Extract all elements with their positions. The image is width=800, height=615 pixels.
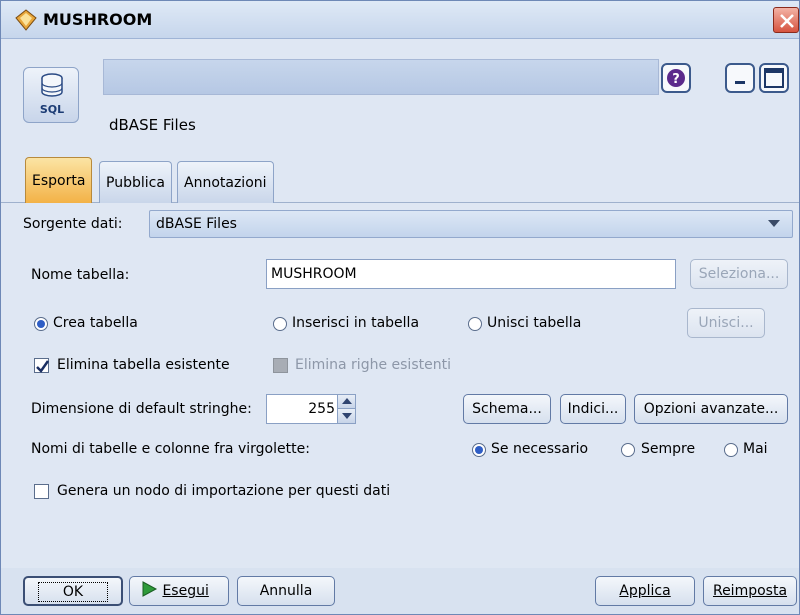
minimize-icon (735, 81, 745, 84)
tab-esporta[interactable]: Esporta (25, 157, 93, 203)
table-name-label: Nome tabella: (31, 267, 130, 283)
string-size-spinner[interactable]: 255 (266, 394, 356, 424)
title-bar[interactable]: MUSHROOM (1, 1, 799, 39)
string-size-label: Dimensione di default stringhe: (31, 401, 252, 417)
run-button[interactable]: Esegui (129, 576, 229, 606)
delete-rows-checkbox[interactable] (273, 358, 288, 373)
tab-pubblica[interactable]: Pubblica (99, 161, 172, 203)
diamond-node-icon (15, 9, 37, 31)
string-size-value: 255 (308, 401, 335, 417)
radio-insert-table-label: Inserisci in tabella (292, 315, 420, 331)
tab-annotazioni[interactable]: Annotazioni (177, 161, 274, 203)
radio-quote-always[interactable] (621, 443, 635, 457)
merge-button[interactable]: Unisci... (687, 308, 765, 338)
spin-down-button[interactable] (337, 409, 355, 423)
window-title: MUSHROOM (43, 10, 153, 29)
delete-rows-label: Elimina righe esistenti (295, 357, 451, 373)
dialog-window: MUSHROOM SQL ? dBASE Files Esporta Pubbl… (0, 0, 800, 615)
apply-button[interactable]: Applica (595, 576, 695, 606)
checkmark-icon (36, 360, 50, 373)
source-select-value: dBASE Files (156, 216, 237, 232)
sql-icon-label: SQL (39, 103, 65, 116)
close-icon (780, 14, 794, 28)
drop-existing-checkbox[interactable] (34, 358, 50, 373)
radio-merge-table-label: Unisci tabella (487, 315, 582, 331)
source-label: Sorgente dati: (23, 216, 123, 232)
table-name-value: MUSHROOM (271, 266, 357, 282)
maximize-icon (764, 68, 784, 88)
play-icon (142, 581, 158, 597)
help-icon: ? (667, 69, 685, 87)
radio-insert-table[interactable] (273, 317, 287, 331)
ok-button[interactable]: OK (23, 576, 123, 606)
generate-import-node-label: Genera un nodo di importazione per quest… (57, 483, 391, 499)
node-label: dBASE Files (109, 116, 196, 134)
dialog-footer: OK Esegui Annulla Applica Reimposta (1, 568, 799, 614)
generate-import-node-checkbox[interactable] (34, 484, 49, 499)
radio-create-table-label: Crea tabella (53, 315, 138, 331)
radio-quote-if-needed[interactable] (472, 443, 486, 457)
maximize-button[interactable] (759, 63, 789, 93)
reset-button[interactable]: Reimposta (703, 576, 797, 606)
table-name-input[interactable]: MUSHROOM (266, 259, 676, 289)
radio-quote-always-label: Sempre (641, 441, 696, 457)
select-button[interactable]: Seleziona... (690, 259, 788, 289)
close-button[interactable] (773, 7, 799, 33)
cancel-button[interactable]: Annulla (237, 576, 335, 606)
node-header: SQL ? dBASE Files (1, 39, 799, 149)
apply-button-label: Applica (619, 583, 671, 599)
radio-quote-if-needed-label: Se necessario (491, 441, 589, 457)
ok-button-label: OK (37, 582, 109, 602)
quote-names-label: Nomi di tabelle e colonne fra virgolette… (31, 441, 310, 457)
run-button-label: Esegui (162, 583, 209, 599)
svg-text:?: ? (672, 72, 680, 87)
reset-button-label: Reimposta (712, 583, 788, 599)
radio-quote-never[interactable] (724, 443, 738, 457)
drop-existing-label: Elimina tabella esistente (57, 357, 230, 373)
minimize-button[interactable] (725, 63, 755, 93)
advanced-options-button[interactable]: Opzioni avanzate... (634, 394, 788, 424)
help-button[interactable]: ? (661, 63, 691, 93)
database-sql-icon: SQL (23, 67, 79, 123)
tab-bar: Esporta Pubblica Annotazioni (1, 149, 799, 203)
export-panel: Sorgente dati: dBASE Files Nome tabella:… (1, 203, 799, 568)
radio-quote-never-label: Mai (743, 441, 768, 457)
radio-create-table[interactable] (34, 317, 48, 331)
indexes-button[interactable]: Indici... (560, 394, 626, 424)
node-name-strip (103, 59, 659, 95)
spin-up-button[interactable] (337, 395, 355, 409)
schema-button[interactable]: Schema... (463, 394, 551, 424)
chevron-down-icon (768, 220, 780, 227)
source-select[interactable]: dBASE Files (149, 210, 793, 238)
radio-merge-table[interactable] (468, 317, 482, 331)
